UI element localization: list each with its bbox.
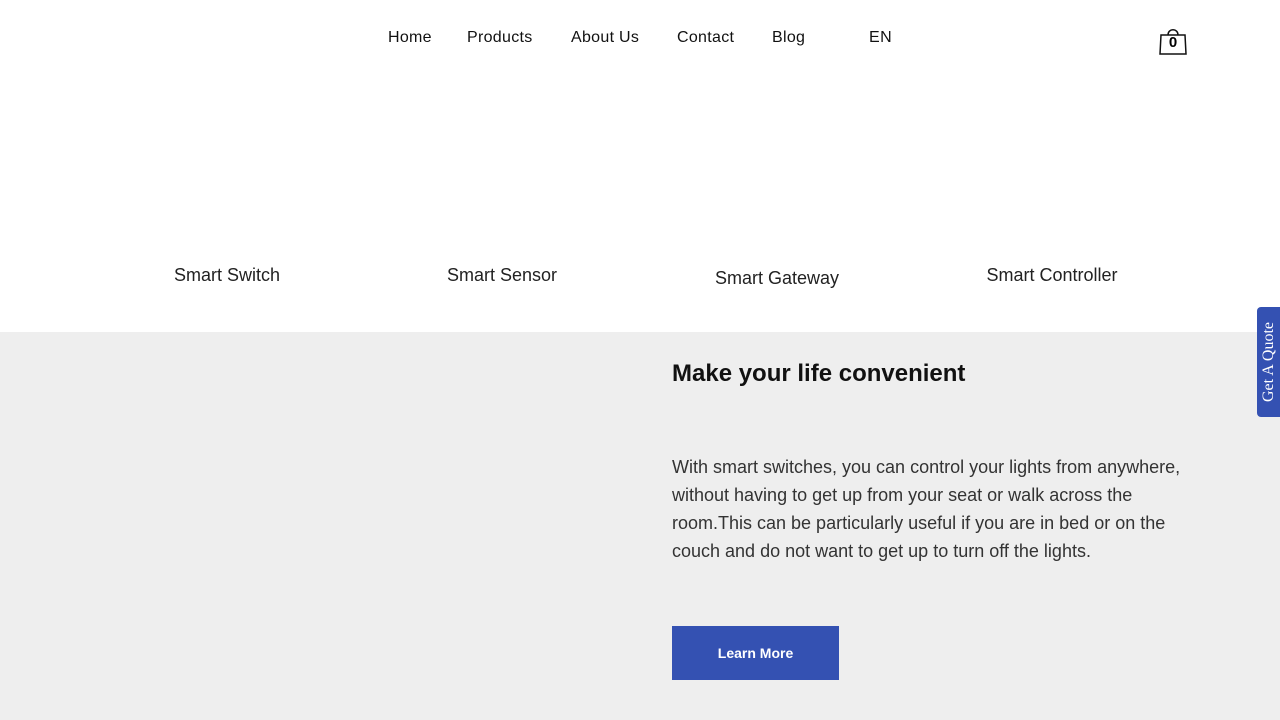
get-a-quote-tab[interactable]: Get A Quote	[1257, 307, 1280, 417]
nav-products[interactable]: Products	[467, 29, 533, 47]
nav-about-us[interactable]: About Us	[571, 29, 639, 47]
nav-blog[interactable]: Blog	[772, 29, 805, 47]
cart-count: 0	[1168, 34, 1178, 51]
feature-description: With smart switches, you can control you…	[672, 457, 1181, 561]
product-smart-sensor[interactable]: Smart Sensor	[447, 265, 557, 286]
nav-contact[interactable]: Contact	[677, 29, 734, 47]
product-smart-controller[interactable]: Smart Controller	[986, 265, 1117, 286]
product-smart-switch[interactable]: Smart Switch	[174, 265, 280, 286]
feature-section: Make your life convenient With smart swi…	[0, 332, 1280, 720]
feature-title: Make your life convenient	[672, 360, 966, 387]
product-categories: Smart Switch Smart Sensor Smart Gateway …	[0, 80, 1280, 332]
nav-home[interactable]: Home	[388, 29, 432, 47]
product-smart-gateway[interactable]: Smart Gateway	[715, 268, 839, 289]
learn-more-button[interactable]: Learn More	[672, 626, 839, 680]
cart-button[interactable]: 0	[1159, 26, 1187, 56]
language-selector[interactable]: EN	[869, 29, 892, 47]
site-header: Home Products About Us Contact Blog EN 0	[0, 0, 1280, 80]
get-a-quote-label: Get A Quote	[1259, 322, 1277, 402]
